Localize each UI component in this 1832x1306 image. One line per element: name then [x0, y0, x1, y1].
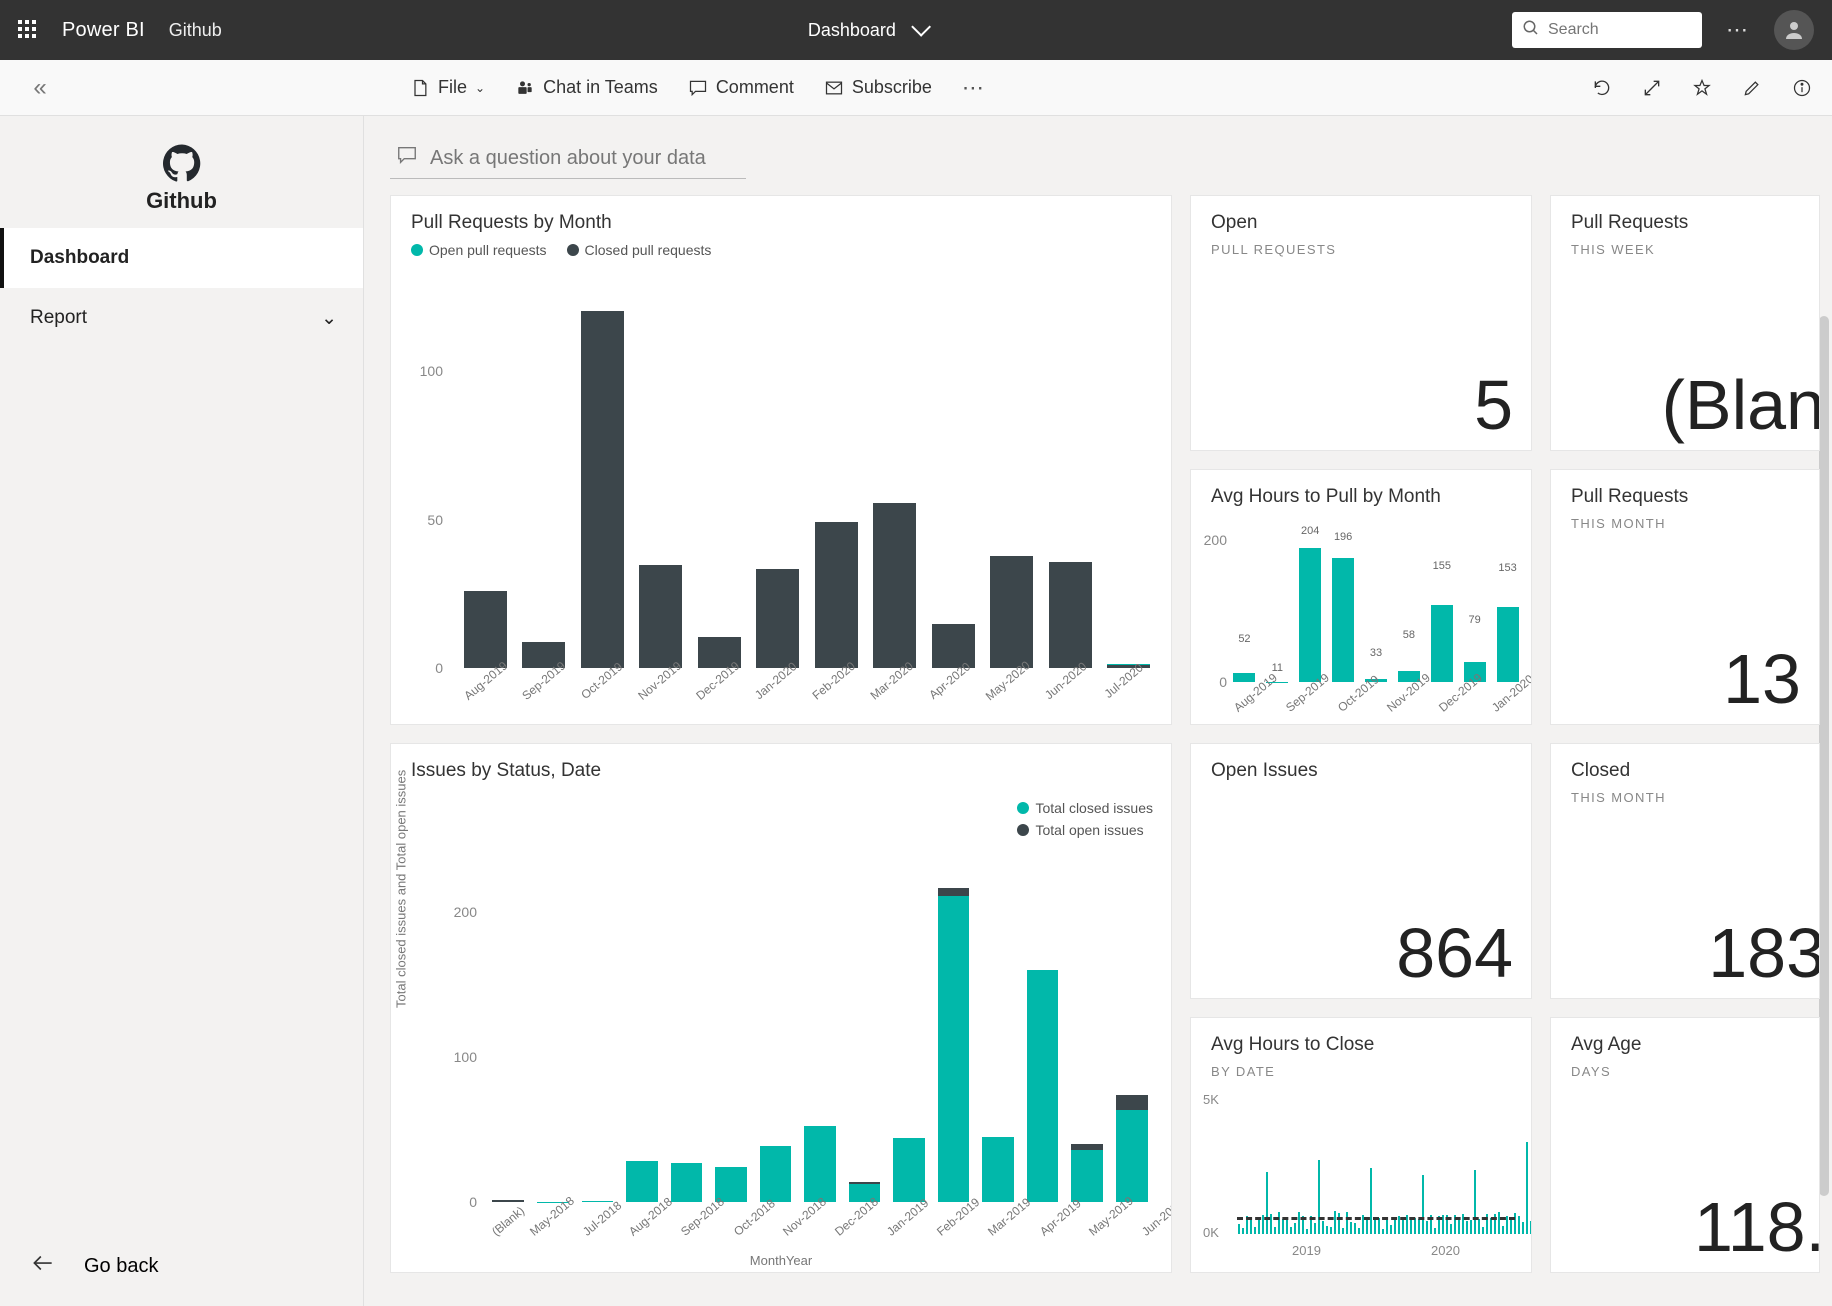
- toolbar-more-icon[interactable]: ⋯: [962, 75, 986, 101]
- chart-issues-by-status: [489, 854, 1151, 1202]
- chart-avg-hours-pull: 5211204196335815579153: [1231, 526, 1521, 682]
- more-options-icon[interactable]: ⋯: [1726, 17, 1750, 43]
- tile-pr-this-week[interactable]: Pull Requests THIS WEEK (Blan: [1550, 195, 1820, 451]
- arrow-left-icon: [30, 1250, 56, 1282]
- double-chevron-icon: [33, 74, 46, 102]
- collapse-sidebar-button[interactable]: [20, 74, 60, 102]
- workspace-name[interactable]: Github: [169, 20, 222, 41]
- info-button[interactable]: [1792, 78, 1812, 98]
- comment-icon: [396, 144, 418, 172]
- view-name: Dashboard: [808, 20, 896, 41]
- tile-issues-by-status[interactable]: Issues by Status, Date Total closed issu…: [390, 743, 1172, 1273]
- tile-title: Pull Requests: [1571, 212, 1799, 234]
- tile-title: Pull Requests: [1571, 486, 1799, 508]
- tile-title: Open: [1211, 212, 1511, 234]
- chevron-down-icon: [906, 20, 926, 41]
- github-icon: [163, 144, 201, 182]
- tile-title: Avg Age: [1571, 1034, 1799, 1056]
- chevron-down-icon: ⌄: [475, 81, 485, 95]
- chart-legend: Total closed issues Total open issues: [1017, 800, 1153, 838]
- refresh-icon: [1592, 78, 1612, 98]
- tile-avg-hours-close[interactable]: Avg Hours to Close BY DATE 0K 5K 2019202…: [1190, 1017, 1532, 1273]
- tile-title: Pull Requests by Month: [411, 212, 1151, 234]
- pencil-icon: [1742, 78, 1762, 98]
- search-input[interactable]: [1512, 12, 1702, 48]
- file-menu[interactable]: File ⌄: [410, 77, 485, 98]
- scrollbar[interactable]: [1819, 316, 1829, 1196]
- kpi-value: (Blan: [1662, 370, 1820, 440]
- sidebar-title: Github: [0, 188, 363, 214]
- edit-button[interactable]: [1742, 78, 1762, 98]
- brand-label: Power BI: [62, 19, 145, 42]
- sidebar-item-dashboard[interactable]: Dashboard: [0, 228, 363, 288]
- qna-input[interactable]: Ask a question about your data: [390, 138, 746, 179]
- mail-icon: [824, 78, 844, 98]
- kpi-value: 864: [1396, 918, 1513, 988]
- kpi-value: 5: [1474, 370, 1513, 440]
- kpi-value: 118.: [1694, 1192, 1820, 1262]
- tile-title: Avg Hours to Close: [1211, 1034, 1511, 1056]
- expand-icon: [1642, 78, 1662, 98]
- search-field[interactable]: [1548, 21, 1755, 39]
- subscribe-button[interactable]: Subscribe: [824, 77, 932, 98]
- star-icon: [1692, 78, 1712, 98]
- tile-closed-this-month[interactable]: Closed THIS MONTH 183: [1550, 743, 1820, 999]
- chart-pr-by-month: [459, 282, 1155, 668]
- chevron-down-icon: ⌄: [321, 307, 337, 330]
- go-back-button[interactable]: Go back: [0, 1226, 363, 1306]
- teams-icon: [515, 78, 535, 98]
- tile-title: Closed: [1571, 760, 1799, 782]
- comment-button[interactable]: Comment: [688, 77, 794, 98]
- fullscreen-button[interactable]: [1642, 78, 1662, 98]
- avatar[interactable]: [1774, 10, 1814, 50]
- file-icon: [410, 78, 430, 98]
- tile-title: Avg Hours to Pull by Month: [1211, 486, 1511, 508]
- refresh-button[interactable]: [1592, 78, 1612, 98]
- app-launcher-icon[interactable]: [18, 20, 38, 40]
- favorite-button[interactable]: [1692, 78, 1712, 98]
- search-icon: [1522, 19, 1540, 42]
- top-app-bar: Power BI Github Dashboard ⋯: [0, 0, 1832, 60]
- view-switcher[interactable]: Dashboard: [246, 20, 1488, 41]
- tile-open-pr[interactable]: Open PULL REQUESTS 5: [1190, 195, 1532, 451]
- kpi-value: 13: [1723, 644, 1801, 714]
- toolbar: File ⌄ Chat in Teams Comment Subscribe ⋯: [0, 60, 1832, 116]
- sidebar: Github Dashboard Report ⌄ Go back: [0, 116, 364, 1306]
- info-icon: [1792, 78, 1812, 98]
- tile-title: Issues by Status, Date: [411, 760, 1151, 782]
- tile-pr-by-month[interactable]: Pull Requests by Month Open pull request…: [390, 195, 1172, 725]
- tile-pr-this-month[interactable]: Pull Requests THIS MONTH 13: [1550, 469, 1820, 725]
- tile-open-issues[interactable]: Open Issues 864: [1190, 743, 1532, 999]
- dashboard-canvas: Ask a question about your data Pull Requ…: [364, 116, 1832, 1306]
- chart-legend: Open pull requests Closed pull requests: [411, 242, 1151, 258]
- chart-avg-hours-close: 0K 5K 20192020: [1237, 1098, 1515, 1234]
- tile-avg-age[interactable]: Avg Age DAYS 118.: [1550, 1017, 1820, 1273]
- comment-icon: [688, 78, 708, 98]
- kpi-value: 183: [1708, 918, 1820, 988]
- tile-avg-hours-pull[interactable]: Avg Hours to Pull by Month 5211204196335…: [1190, 469, 1532, 725]
- tile-title: Open Issues: [1211, 760, 1511, 782]
- sidebar-item-report[interactable]: Report ⌄: [0, 288, 363, 348]
- chat-in-teams-button[interactable]: Chat in Teams: [515, 77, 658, 98]
